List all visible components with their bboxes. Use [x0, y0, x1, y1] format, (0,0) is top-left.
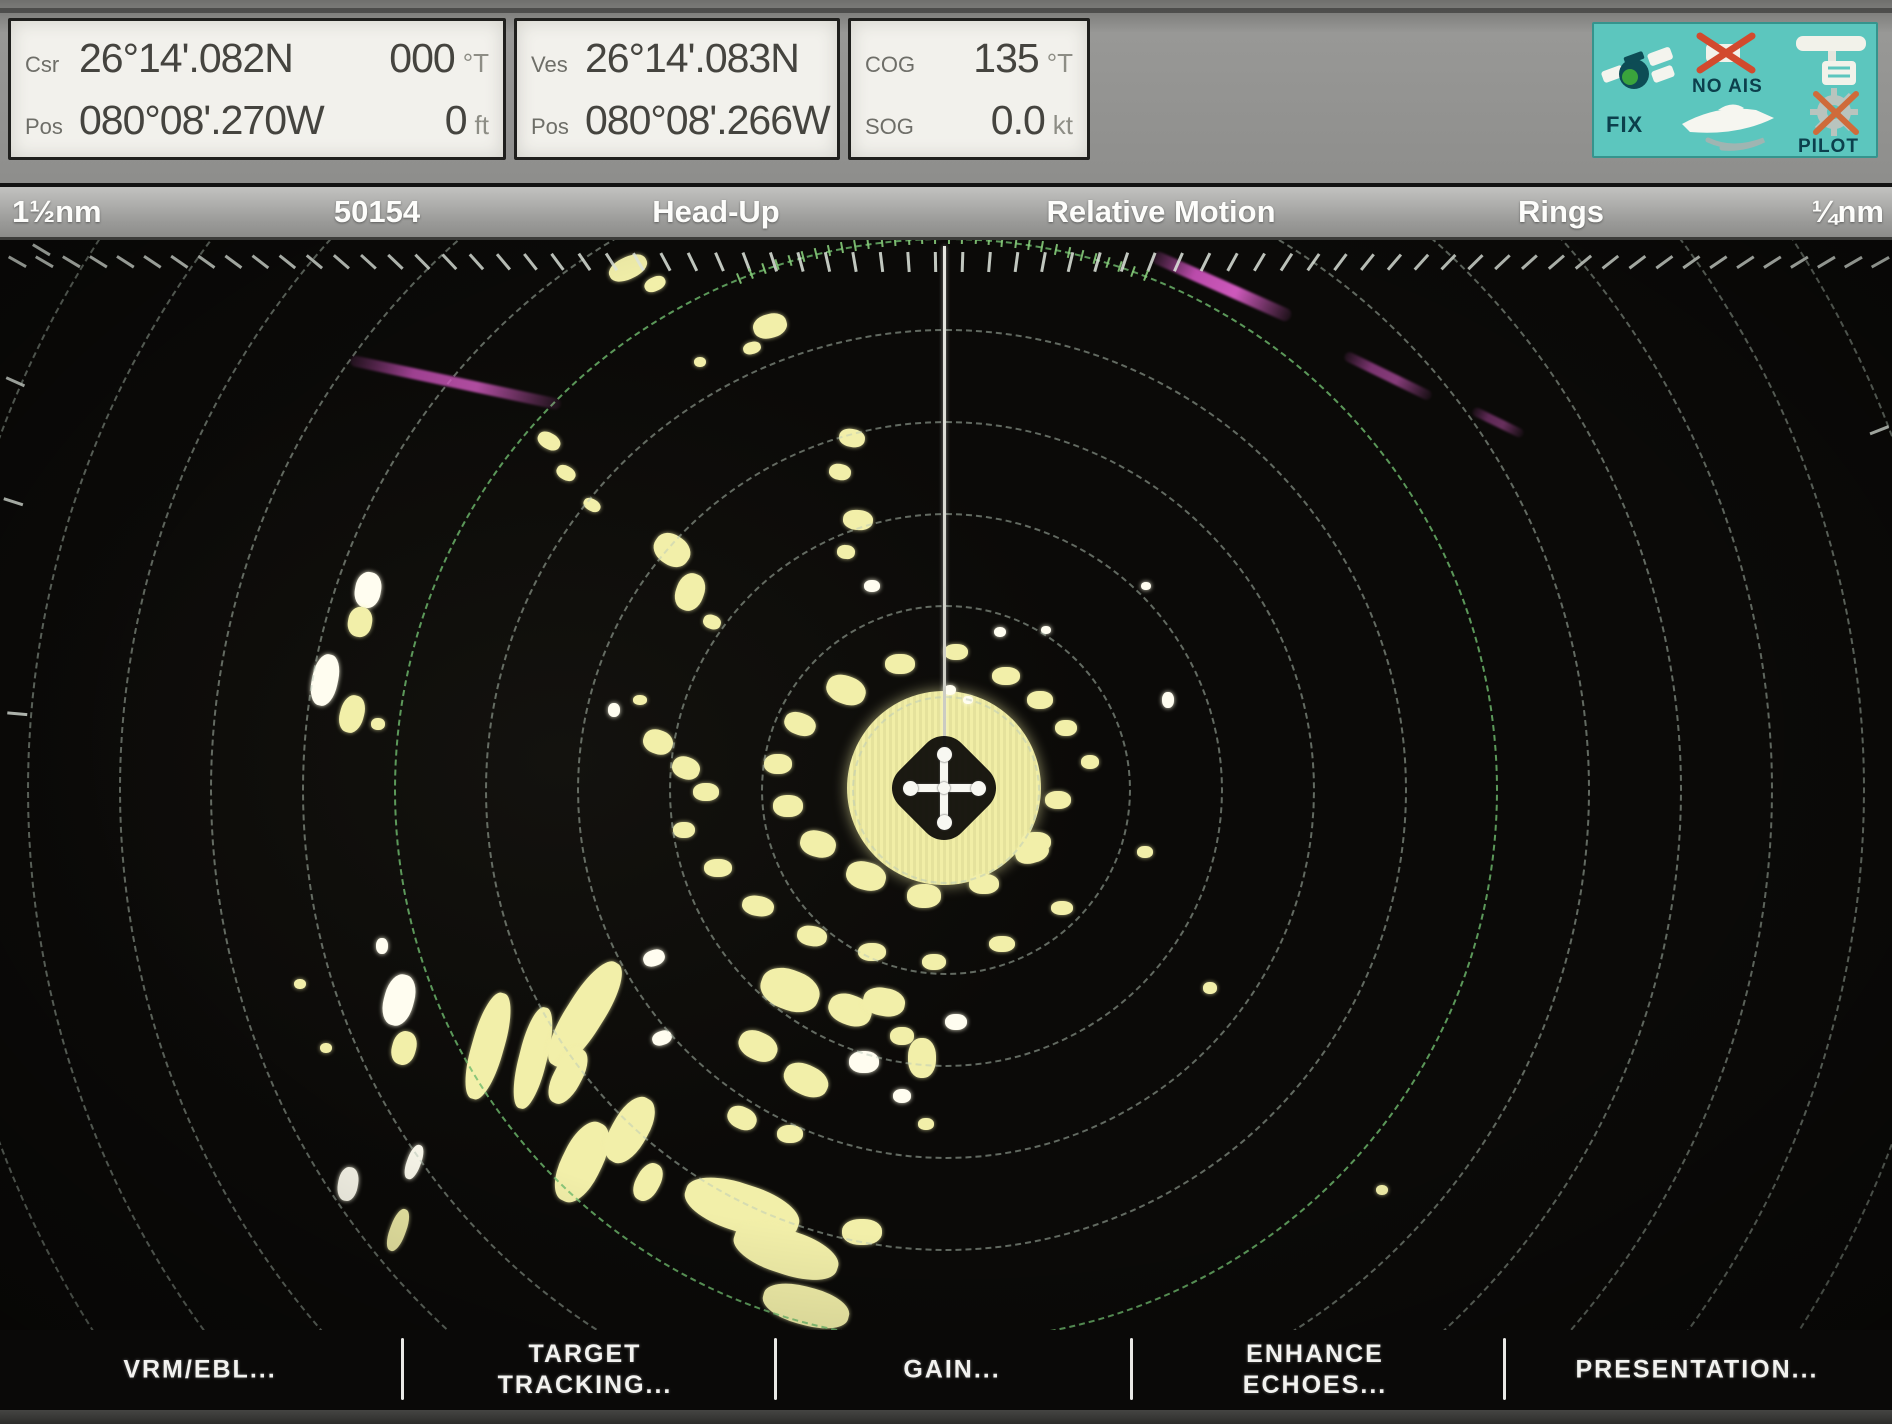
sog-value: 0.0	[991, 97, 1045, 144]
cursor-depth-unit: ft	[475, 110, 489, 141]
radar-screen: Csr 26°14'.082N 000 °T Pos 080°08'.270W …	[0, 0, 1892, 1424]
fix-status-label: FIX	[1606, 112, 1643, 138]
sog-unit: kt	[1053, 110, 1073, 141]
cog-row: COG 135 °T	[865, 35, 1073, 82]
status-icon-panel: FIX NO AIS	[1592, 22, 1878, 158]
cursor-longitude: 080°08'.270W	[79, 97, 324, 144]
cursor-lon-row: Pos 080°08'.270W 0 ft	[25, 97, 489, 144]
menu-separator	[401, 1338, 404, 1400]
vrm-ebl-button[interactable]: VRM/EBL...	[123, 1355, 276, 1386]
no-ais-status-label: NO AIS	[1692, 76, 1763, 98]
gain-button[interactable]: GAIN...	[903, 1355, 1000, 1386]
vessel-pos-label: Pos	[531, 114, 575, 140]
radar-status-bar: 1½nm 50154 Head-Up Relative Motion Rings…	[0, 183, 1892, 240]
cog-label: COG	[865, 52, 915, 78]
pilot-status-label: PILOT	[1798, 136, 1859, 158]
scanner-id: 50154	[334, 194, 420, 230]
orientation-mode: Head-Up	[652, 194, 779, 230]
cursor-tip	[903, 781, 918, 796]
boat-icon	[1678, 96, 1798, 154]
cog-value: 135	[973, 35, 1038, 82]
cursor-bearing: 000	[389, 35, 454, 82]
cursor-tip	[937, 815, 952, 830]
sog-row: SOG 0.0 kt	[865, 97, 1073, 144]
satellite-icon	[1600, 42, 1678, 100]
cog-sog-panel: COG 135 °T SOG 0.0 kt	[848, 18, 1090, 160]
sog-label: SOG	[865, 114, 914, 140]
heading-line	[943, 246, 946, 758]
vessel-lat-row: Ves 26°14'.083N	[531, 35, 823, 82]
menu-separator	[1503, 1338, 1506, 1400]
range-readout: 1½nm	[12, 194, 102, 230]
cursor-tip	[938, 782, 950, 794]
cursor-bearing-unit: °T	[463, 48, 489, 79]
cog-unit: °T	[1047, 48, 1073, 79]
vessel-latitude: 26°14'.083N	[585, 35, 799, 82]
cursor-tip	[971, 781, 986, 796]
cursor-depth: 0	[445, 97, 467, 144]
bearing-tick	[934, 252, 937, 272]
cursor-latitude: 26°14'.082N	[79, 35, 293, 82]
bezel-line	[0, 8, 1892, 13]
autopilot-gear-icon	[1804, 86, 1868, 142]
rings-label: Rings	[1518, 194, 1604, 230]
header-bar: Csr 26°14'.082N 000 °T Pos 080°08'.270W …	[0, 0, 1892, 183]
vessel-longitude: 080°08'.266W	[585, 97, 830, 144]
sounder-icon	[1792, 30, 1872, 90]
presentation-button[interactable]: PRESENTATION...	[1576, 1355, 1819, 1386]
cursor-label: Csr	[25, 52, 69, 78]
cursor-lat-row: Csr 26°14'.082N 000 °T	[25, 35, 489, 82]
menu-separator	[1130, 1338, 1133, 1400]
enhance-echoes-button[interactable]: ENHANCE ECHOES...	[1243, 1339, 1387, 1401]
target-tracking-button[interactable]: TARGET TRACKING...	[498, 1339, 673, 1401]
softkey-menu-bar: VRM/EBL... TARGET TRACKING... GAIN... EN…	[0, 1330, 1892, 1410]
vessel-lon-row: Pos 080°08'.266W	[531, 97, 823, 144]
cursor-tip	[937, 747, 952, 762]
motion-mode: Relative Motion	[1046, 194, 1275, 230]
cursor-data-panel: Csr 26°14'.082N 000 °T Pos 080°08'.270W …	[8, 18, 506, 160]
vessel-position-panel: Ves 26°14'.083N Pos 080°08'.266W	[514, 18, 840, 160]
cursor-pos-label: Pos	[25, 114, 69, 140]
menu-separator	[774, 1338, 777, 1400]
vessel-label: Ves	[531, 52, 575, 78]
ring-interval-readout: ¼nm	[1812, 194, 1884, 230]
ais-target-icon	[1692, 32, 1762, 76]
bezel-bottom	[0, 1410, 1892, 1424]
